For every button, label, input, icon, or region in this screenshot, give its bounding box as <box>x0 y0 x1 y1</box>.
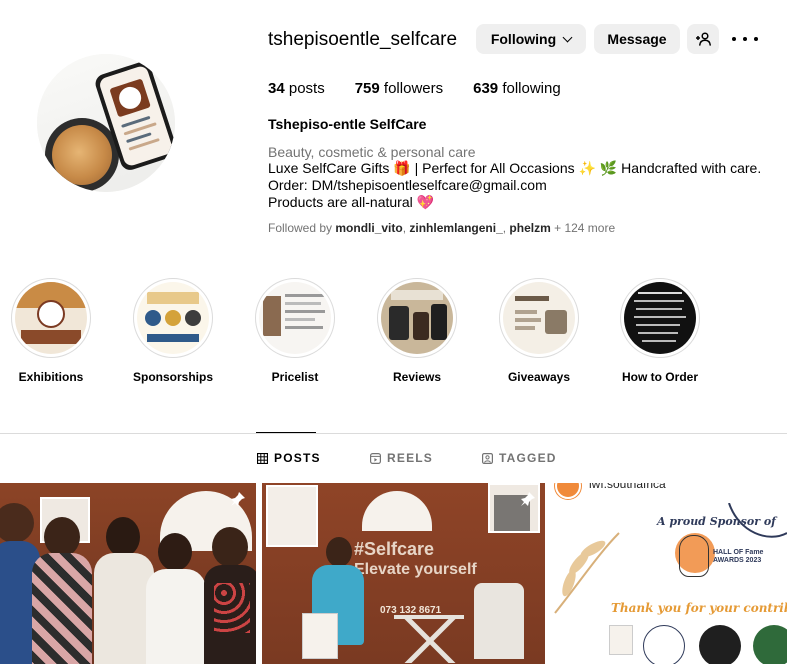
tabs-divider <box>0 433 787 434</box>
tagged-icon <box>482 452 493 464</box>
following-label: following <box>502 80 561 97</box>
follower-name: phelzm <box>509 221 551 235</box>
profile-avatar[interactable] <box>37 54 175 192</box>
more-options-icon[interactable] <box>732 30 758 48</box>
pinned-icon <box>521 492 535 506</box>
tab-reels[interactable]: REELS <box>370 451 433 465</box>
post-thumbnail[interactable]: #Selfcare Elevate yourself 073 132 8671 <box>262 483 545 664</box>
followed-by-prefix: Followed by <box>268 221 333 235</box>
following-stat[interactable]: 639 following <box>473 80 561 97</box>
highlight-cover <box>15 282 87 354</box>
highlight-label: Pricelist <box>271 370 319 384</box>
highlight-exhibitions[interactable]: Exhibitions <box>0 278 111 384</box>
pinned-icon <box>231 492 245 506</box>
followers-stat[interactable]: 759 followers <box>355 80 443 97</box>
highlight-cover <box>259 282 331 354</box>
coffee <box>52 125 112 185</box>
highlight-giveaways[interactable]: Giveaways <box>479 278 599 384</box>
follower-name: mondli_vito <box>335 221 403 235</box>
profile-category: Beauty, cosmetic & personal care <box>268 144 476 160</box>
highlight-reviews[interactable]: Reviews <box>357 278 477 384</box>
post-award: HALL OF Fame AWARDS 2023 <box>713 549 764 565</box>
highlight-how-to-order[interactable]: How to Order <box>600 278 720 384</box>
grid-icon <box>257 452 268 464</box>
post-banner-line2: Elevate yourself <box>354 561 477 578</box>
highlight-cover <box>503 282 575 354</box>
following-button[interactable]: Following <box>476 24 586 54</box>
highlight-sponsorships[interactable]: Sponsorships <box>113 278 233 384</box>
add-person-icon <box>696 32 711 46</box>
active-tab-indicator <box>256 432 316 433</box>
highlight-label: Reviews <box>392 370 442 384</box>
post-account: iwf.southafrica <box>589 483 666 491</box>
bio-line: Luxe SelfCare Gifts 🎁 | Perfect for All … <box>268 160 762 176</box>
message-button[interactable]: Message <box>594 24 680 54</box>
posts-count: 34 <box>268 80 285 97</box>
highlight-label: Sponsorships <box>132 370 213 384</box>
profile-username: tshepisoentle_selfcare <box>268 29 458 50</box>
followed-by[interactable]: Followed by mondli_vito, zinhlemlangeni_… <box>268 221 615 235</box>
post-thumbnail[interactable] <box>0 483 256 664</box>
highlight-cover <box>624 282 696 354</box>
highlight-label: Exhibitions <box>18 370 84 384</box>
highlight-label: How to Order <box>621 370 698 384</box>
message-button-label: Message <box>607 31 667 47</box>
post-heading: A proud Sponsor of <box>657 515 776 528</box>
highlight-cover <box>381 282 453 354</box>
tab-tagged-label: TAGGED <box>499 451 557 465</box>
bio-line: Products are all-natural 💖 <box>268 194 435 210</box>
tab-tagged[interactable]: TAGGED <box>482 451 557 465</box>
highlight-pricelist[interactable]: Pricelist <box>235 278 355 384</box>
posts-label: posts <box>288 80 325 97</box>
tab-posts[interactable]: POSTS <box>257 451 321 465</box>
posts-stat[interactable]: 34 posts <box>268 80 325 97</box>
tab-posts-label: POSTS <box>274 451 321 465</box>
suggested-users-button[interactable] <box>687 24 719 54</box>
highlight-cover <box>137 282 209 354</box>
bio-line: Order: DM/tshepisoentleselfcare@gmail.co… <box>268 177 547 193</box>
profile-stats: 34 posts 759 followers 639 following <box>268 80 591 97</box>
followers-label: followers <box>383 80 444 97</box>
post-thumbnail[interactable]: iwf.southafrica A proud Sponsor of HALL … <box>549 483 787 664</box>
following-count: 639 <box>473 80 499 97</box>
followed-by-more: + 124 more <box>554 221 616 235</box>
profile-full-name: Tshepiso-entle SelfCare <box>268 116 427 132</box>
following-button-label: Following <box>490 31 557 47</box>
chevron-down-icon <box>562 32 573 42</box>
tab-reels-label: REELS <box>387 451 434 465</box>
followers-count: 759 <box>354 80 380 97</box>
reels-icon <box>370 452 381 464</box>
follower-name: zinhlemlangeni_ <box>409 221 503 235</box>
post-thanks: Thank you for your contribution <box>611 601 787 615</box>
highlight-label: Giveaways <box>507 370 571 384</box>
post-banner-line1: #Selfcare <box>354 539 435 559</box>
